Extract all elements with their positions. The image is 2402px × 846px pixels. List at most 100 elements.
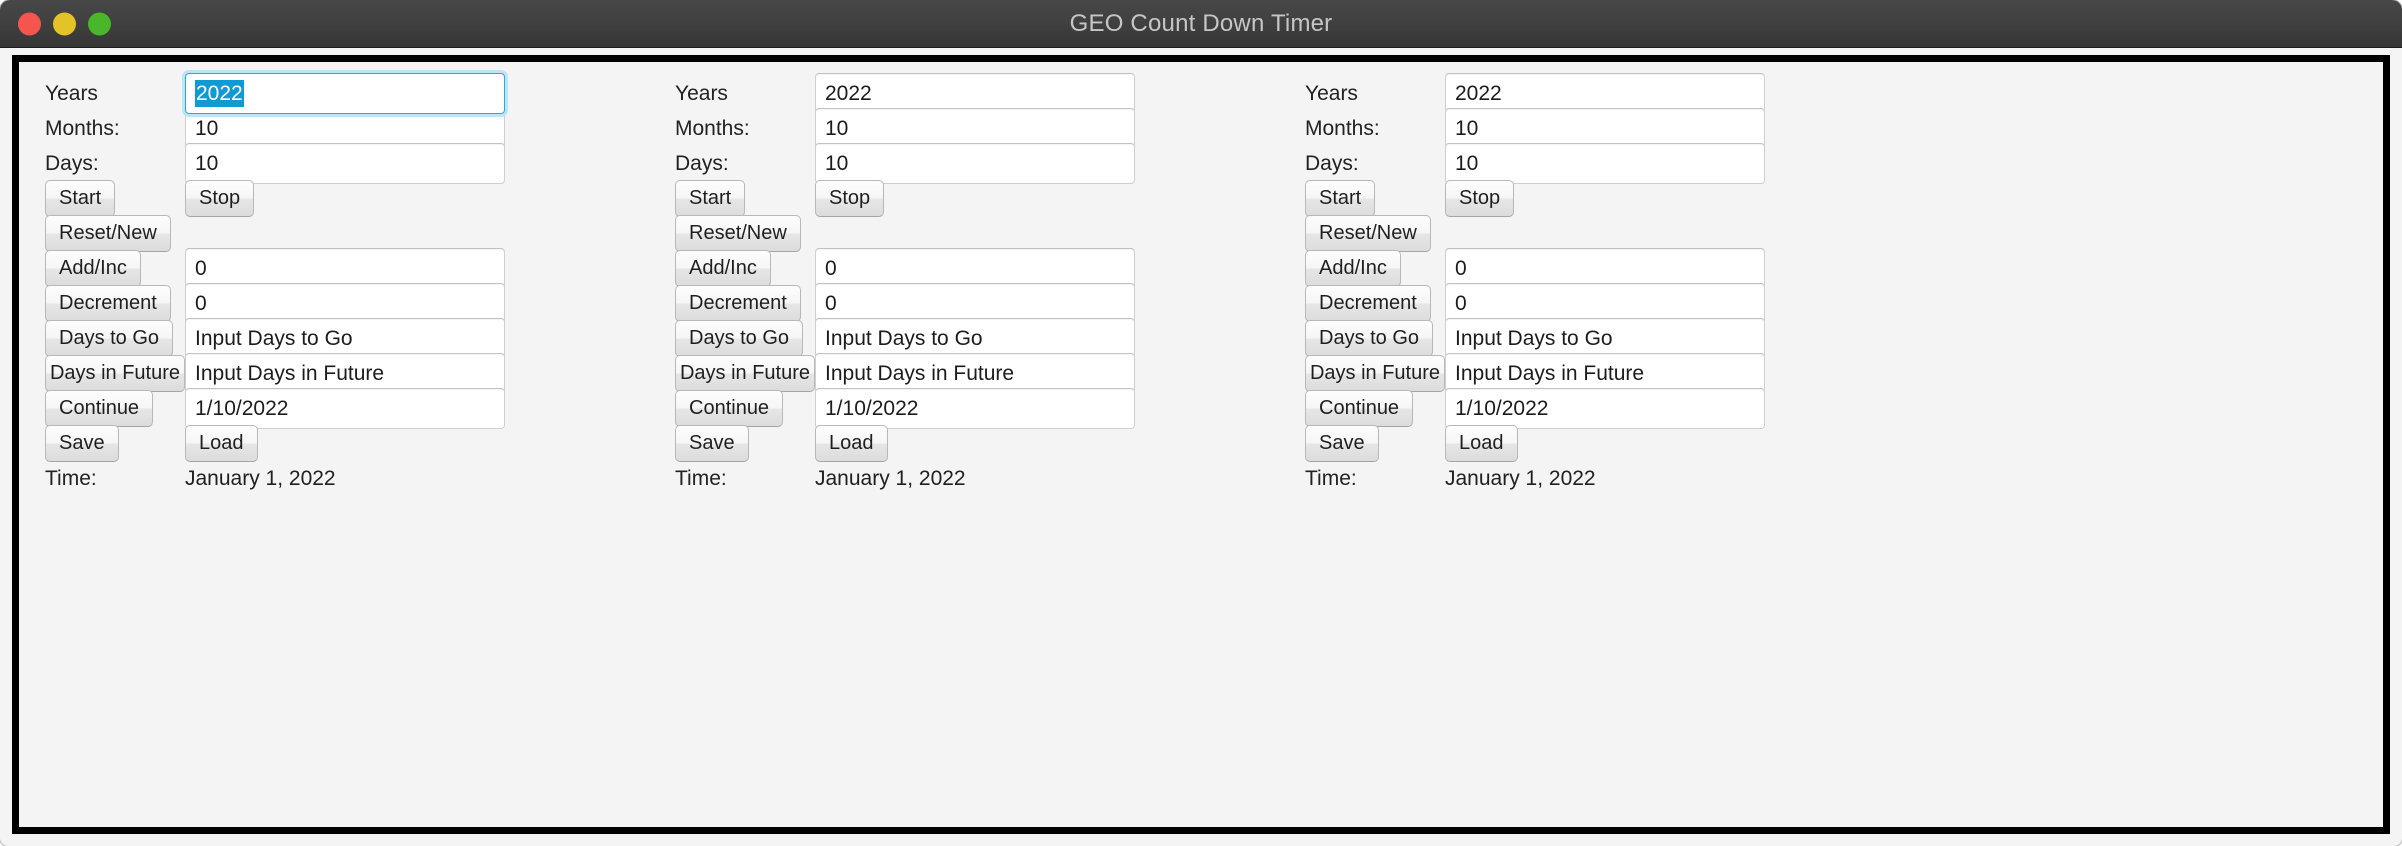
load-button-2[interactable]: Load [815,425,888,462]
days-input-1[interactable] [185,143,505,184]
years-input-1[interactable] [185,73,505,114]
continue-date-input-2[interactable] [815,388,1135,429]
add-inc-button-3[interactable]: Add/Inc [1305,250,1401,287]
save-button-3[interactable]: Save [1305,425,1379,462]
reset-cell-3: Reset/New [1305,215,1445,252]
days-to-go-button-3[interactable]: Days to Go [1305,320,1434,357]
add-row-2: Add/Inc [675,248,1279,289]
time-row-2: Time: January 1, 2022 [675,461,1279,496]
add-cell-3: Add/Inc [1305,250,1445,287]
months-label-3: Months: [1305,117,1380,140]
days-in-future-cell-1: Days in Future [45,355,185,392]
decrement-button-1[interactable]: Decrement [45,285,171,322]
continue-button-2[interactable]: Continue [675,390,784,427]
stop-button-2[interactable]: Stop [815,180,885,217]
days-input-cell-1 [185,143,505,184]
days-in-future-row-3: Days in Future [1305,353,1909,394]
start-stop-row-3: Start Stop [1305,180,1909,217]
months-input-cell-3 [1445,108,1765,149]
years-row-3: Years [1305,73,1909,114]
months-row-3: Months: [1305,108,1909,149]
decrement-input-cell-2 [815,283,1135,324]
time-value-cell-3: January 1, 2022 [1445,461,1596,496]
add-inc-button-2[interactable]: Add/Inc [675,250,771,287]
load-button-1[interactable]: Load [185,425,258,462]
save-button-1[interactable]: Save [45,425,119,462]
reset-new-button-1[interactable]: Reset/New [45,215,171,252]
add-inc-button-1[interactable]: Add/Inc [45,250,141,287]
decrement-input-cell-1 [185,283,505,324]
decrement-row-1: Decrement [45,283,649,324]
days-to-go-row-3: Days to Go [1305,318,1909,359]
time-value-cell-2: January 1, 2022 [815,461,966,496]
days-to-go-cell-1: Days to Go [45,320,185,357]
stop-cell-3: Stop [1445,180,1515,217]
days-input-2[interactable] [815,143,1135,184]
days-label-cell-1: Days: [45,146,185,181]
years-label-2: Years [675,82,728,105]
days-to-go-button-1[interactable]: Days to Go [45,320,174,357]
days-in-future-row-1: Days in Future [45,353,649,394]
continue-date-input-1[interactable] [185,388,505,429]
days-in-future-button-3[interactable]: Days in Future [1305,355,1445,392]
years-input-cell-2 [815,73,1135,114]
time-value-cell-1: January 1, 2022 [185,461,336,496]
add-cell-1: Add/Inc [45,250,185,287]
window-title: GEO Count Down Timer [1069,9,1333,37]
decrement-cell-1: Decrement [45,285,185,322]
days-label-1: Days: [45,152,99,175]
start-stop-row-1: Start Stop [45,180,649,217]
add-row-3: Add/Inc [1305,248,1909,289]
stop-cell-1: Stop [185,180,255,217]
save-cell-2: Save [675,425,815,462]
days-in-future-input-cell-1 [185,353,505,394]
time-label-cell-2: Time: [675,461,815,496]
months-row-1: Months: [45,108,649,149]
load-cell-1: Load [185,425,258,462]
continue-button-1[interactable]: Continue [45,390,154,427]
add-input-cell-2 [815,248,1135,289]
title-bar: GEO Count Down Timer [0,0,2402,48]
load-button-3[interactable]: Load [1445,425,1518,462]
add-input-cell-3 [1445,248,1765,289]
time-value-1: January 1, 2022 [185,467,336,490]
days-to-go-input-cell-1 [185,318,505,359]
months-input-cell-2 [815,108,1135,149]
continue-input-cell-3 [1445,388,1765,429]
save-cell-3: Save [1305,425,1445,462]
minimize-button-icon[interactable] [53,12,76,35]
days-in-future-input-cell-3 [1445,353,1765,394]
days-to-go-button-2[interactable]: Days to Go [675,320,804,357]
decrement-button-3[interactable]: Decrement [1305,285,1431,322]
save-button-2[interactable]: Save [675,425,749,462]
save-cell-1: Save [45,425,185,462]
stop-button-3[interactable]: Stop [1445,180,1515,217]
reset-new-button-2[interactable]: Reset/New [675,215,801,252]
years-field-wrap-1: 2022 [185,73,505,114]
stop-button-1[interactable]: Stop [185,180,255,217]
maximize-button-icon[interactable] [88,12,111,35]
continue-button-3[interactable]: Continue [1305,390,1414,427]
days-input-3[interactable] [1445,143,1765,184]
days-in-future-button-2[interactable]: Days in Future [675,355,815,392]
start-button-2[interactable]: Start [675,180,746,217]
months-label-cell-3: Months: [1305,111,1445,146]
reset-row-3: Reset/New [1305,215,1909,252]
time-label-2: Time: [675,467,727,490]
months-label-1: Months: [45,117,120,140]
load-cell-3: Load [1445,425,1518,462]
start-button-3[interactable]: Start [1305,180,1376,217]
save-load-row-3: Save Load [1305,425,1909,462]
continue-cell-3: Continue [1305,390,1445,427]
decrement-button-2[interactable]: Decrement [675,285,801,322]
reset-new-button-3[interactable]: Reset/New [1305,215,1431,252]
start-cell-2: Start [675,180,815,217]
close-button-icon[interactable] [18,12,41,35]
start-button-1[interactable]: Start [45,180,116,217]
timer-panel-3: Years Months: [1279,73,1909,496]
continue-date-input-3[interactable] [1445,388,1765,429]
decrement-cell-3: Decrement [1305,285,1445,322]
days-input-cell-3 [1445,143,1765,184]
timer-panel-2: Years Months: [649,73,1279,496]
days-in-future-button-1[interactable]: Days in Future [45,355,185,392]
